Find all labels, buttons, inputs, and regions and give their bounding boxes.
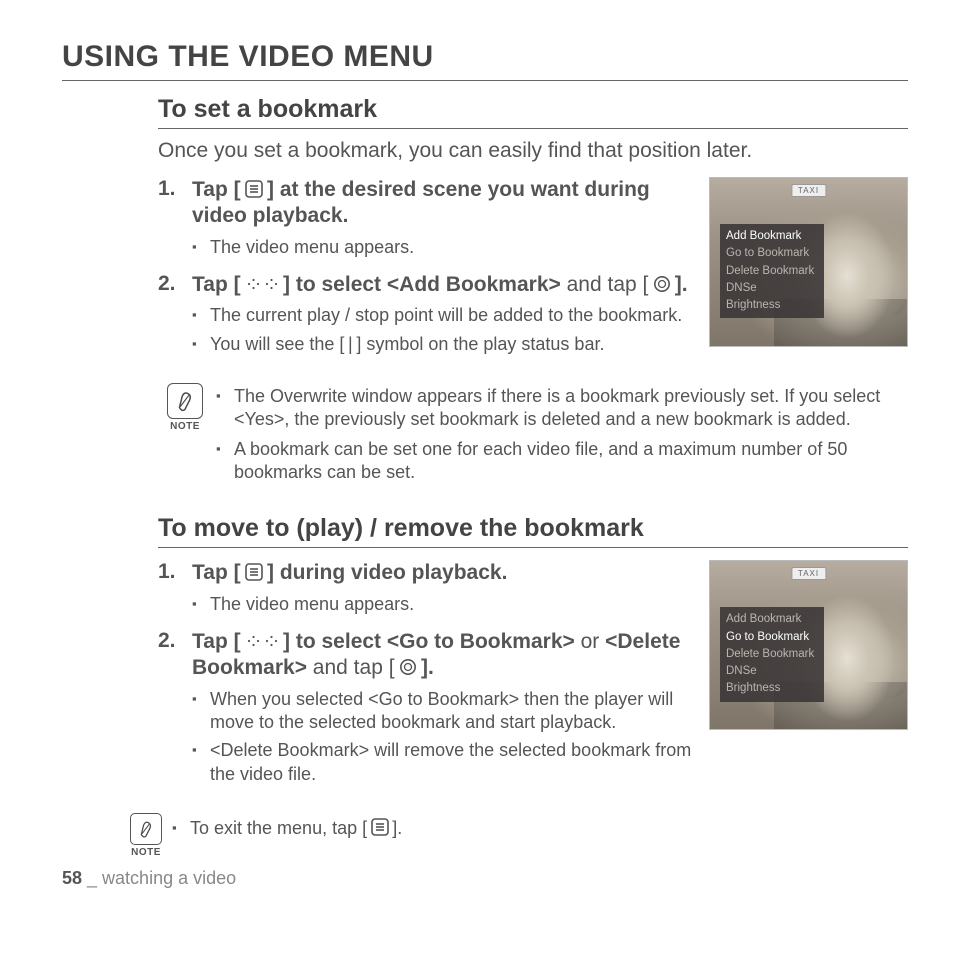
menu-item: Delete Bookmark xyxy=(726,263,814,280)
video-menu-popup: Add Bookmark Go to Bookmark Delete Bookm… xyxy=(720,224,824,318)
note-marker: NOTE xyxy=(158,383,212,432)
note-label: NOTE xyxy=(158,421,212,432)
step-a2-bullet2: You will see the [ | ] symbol on the pla… xyxy=(210,333,604,356)
step-b1-bullet: The video menu appears. xyxy=(210,593,414,616)
arrows-icon xyxy=(245,275,279,293)
taxi-sign: TAXI xyxy=(791,567,826,580)
step-a1-bullet: The video menu appears. xyxy=(210,236,414,259)
menu-item: Go to Bookmark xyxy=(726,629,814,646)
pencil-icon xyxy=(137,818,155,840)
menu-item: Brightness xyxy=(726,297,814,314)
menu-icon xyxy=(245,563,263,581)
menu-item: Go to Bookmark xyxy=(726,245,814,262)
menu-item: Add Bookmark xyxy=(726,611,814,628)
menu-icon xyxy=(245,180,263,198)
main-title: USING THE VIDEO MENU xyxy=(62,40,908,81)
menu-item: Delete Bookmark xyxy=(726,646,814,663)
step-b2-bullet1: When you selected <Go to Bookmark> then … xyxy=(210,688,699,735)
pencil-icon xyxy=(174,388,196,414)
page-footer: 58 _ watching a video xyxy=(62,868,908,889)
section-b-title: To move to (play) / remove the bookmark xyxy=(158,514,908,548)
note-b-text: To exit the menu, tap [ ]. xyxy=(190,817,402,840)
circle-icon xyxy=(653,275,671,293)
note-a-text2: A bookmark can be set one for each video… xyxy=(234,438,908,485)
page-number: 58 xyxy=(62,868,82,888)
menu-item: DNSe xyxy=(726,280,814,297)
menu-item: Brightness xyxy=(726,680,814,697)
step-a1-text: Tap [ ] at the desired scene you want du… xyxy=(192,177,699,230)
note-marker: NOTE xyxy=(124,813,168,858)
step-b1-text: Tap [ ] during video playback. xyxy=(192,560,699,586)
step-number: 1. xyxy=(158,177,192,264)
taxi-sign: TAXI xyxy=(791,184,826,197)
section-a-title: To set a bookmark xyxy=(158,95,908,129)
footer-section: watching a video xyxy=(102,868,236,888)
step-b2-bullet2: <Delete Bookmark> will remove the select… xyxy=(210,739,699,786)
arrows-icon xyxy=(245,632,279,650)
screenshot-b: TAXI Add Bookmark Go to Bookmark Delete … xyxy=(709,560,908,730)
step-number: 1. xyxy=(158,560,192,621)
step-b2-text: Tap [ ] to select <Go to Bookmark> or <D… xyxy=(192,629,699,682)
video-menu-popup: Add Bookmark Go to Bookmark Delete Bookm… xyxy=(720,607,824,701)
menu-item: Add Bookmark xyxy=(726,228,814,245)
step-a2-text: Tap [ ] to select <Add Bookmark> and tap… xyxy=(192,272,699,298)
step-number: 2. xyxy=(158,272,192,361)
note-a-text1: The Overwrite window appears if there is… xyxy=(234,385,908,432)
step-a2-bullet1: The current play / stop point will be ad… xyxy=(210,304,682,327)
section-a-intro: Once you set a bookmark, you can easily … xyxy=(158,139,908,163)
screenshot-a: TAXI Add Bookmark Go to Bookmark Delete … xyxy=(709,177,908,347)
menu-item: DNSe xyxy=(726,663,814,680)
menu-icon xyxy=(371,818,389,836)
step-number: 2. xyxy=(158,629,192,791)
note-label: NOTE xyxy=(124,847,168,858)
circle-icon xyxy=(399,658,417,676)
